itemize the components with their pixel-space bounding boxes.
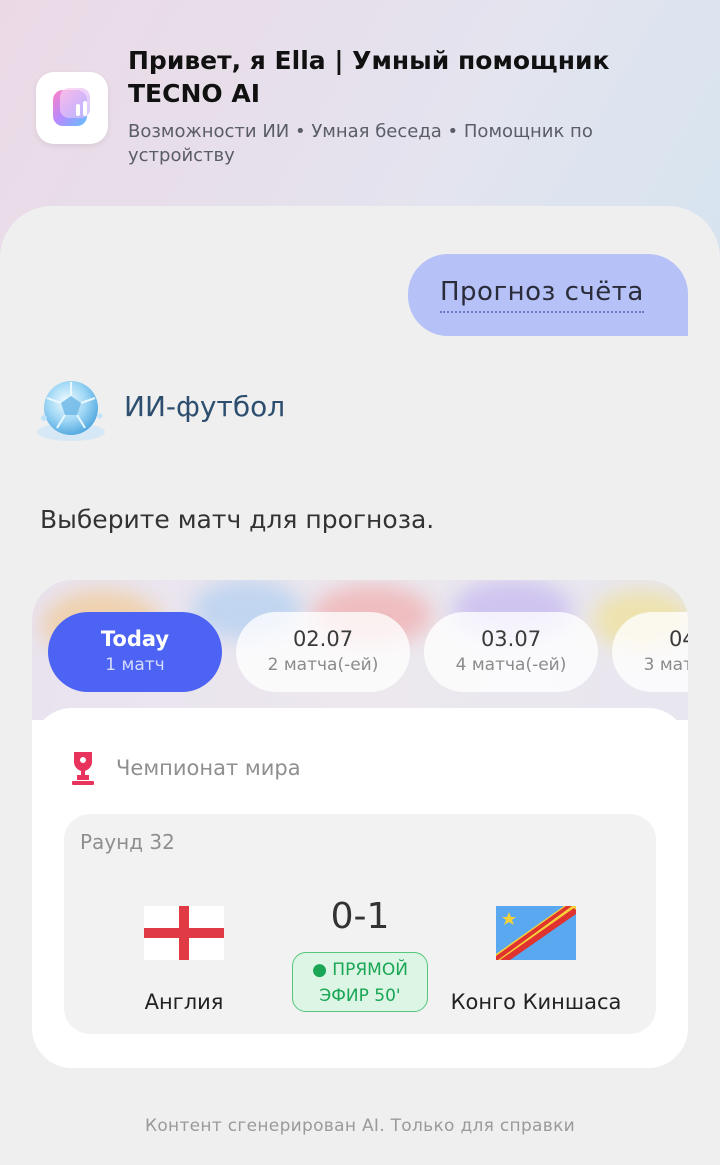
live-status-line2: ЭФИР 50': [319, 986, 401, 1006]
football-ball-icon: [30, 368, 112, 450]
match-list: Чемпионат мира Раунд 32 Англия 0-1 ● ПРЯ…: [32, 708, 688, 1068]
tab-match-count: 3 матча(-ей): [643, 655, 688, 675]
app-header: Привет, я Ella | Умный помощник TECNO AI…: [0, 0, 720, 210]
tab-match-count: 4 матча(-ей): [455, 655, 567, 675]
tab-date: 03.07: [480, 627, 542, 651]
tab-match-count: 1 матч: [105, 655, 165, 675]
tab-date: 04.07: [668, 627, 688, 651]
tab-03-07[interactable]: 03.07 4 матча(-ей): [424, 612, 598, 692]
user-message-text[interactable]: Прогноз счёта: [440, 276, 644, 313]
header-title: Привет, я Ella | Умный помощник TECNO AI: [128, 46, 610, 108]
date-tabs-header: Today 1 матч 02.07 2 матча(-ей) 03.07 4 …: [32, 580, 688, 720]
date-tabs: Today 1 матч 02.07 2 матча(-ей) 03.07 4 …: [48, 612, 688, 694]
tab-04-07[interactable]: 04.07 3 матча(-ей): [612, 612, 688, 692]
live-status-line1: ● ПРЯМОЙ: [312, 960, 408, 980]
bot-message: Выберите матч для прогноза.: [40, 505, 435, 534]
tab-date: 02.07: [292, 627, 354, 651]
ai-disclaimer: Контент сгенерирован AI. Только для спра…: [144, 1116, 575, 1136]
tab-date: Today: [100, 627, 170, 651]
user-message-bubble[interactable]: Прогноз счёта: [408, 254, 688, 336]
england-flag-icon: [144, 906, 224, 960]
tab-02-07[interactable]: 02.07 2 матча(-ей): [236, 612, 410, 692]
tecno-ai-logo-icon: [36, 72, 108, 144]
league-name: Чемпионат мира: [116, 756, 301, 780]
dr-congo-flag-icon: [496, 906, 576, 960]
away-team-name: Конго Киншаса: [450, 990, 622, 1014]
tab-match-count: 2 матча(-ей): [267, 655, 379, 675]
match-selection-card: Today 1 матч 02.07 2 матча(-ей) 03.07 4 …: [32, 580, 688, 1068]
bot-name: ИИ-футбол: [124, 390, 286, 423]
tab-today[interactable]: Today 1 матч: [48, 612, 222, 692]
match-item[interactable]: Раунд 32 Англия 0-1 ● ПРЯМОЙ ЭФИР 50' Ко…: [64, 814, 656, 1034]
round-label: Раунд 32: [80, 830, 175, 854]
live-status-badge: ● ПРЯМОЙ ЭФИР 50': [292, 952, 428, 1012]
world-cup-trophy-icon: [70, 750, 96, 786]
home-team-name: Англия: [144, 990, 224, 1014]
match-score: 0-1: [330, 896, 390, 937]
header-subtitle: Возможности ИИ • Умная беседа • Помощник…: [128, 121, 593, 166]
